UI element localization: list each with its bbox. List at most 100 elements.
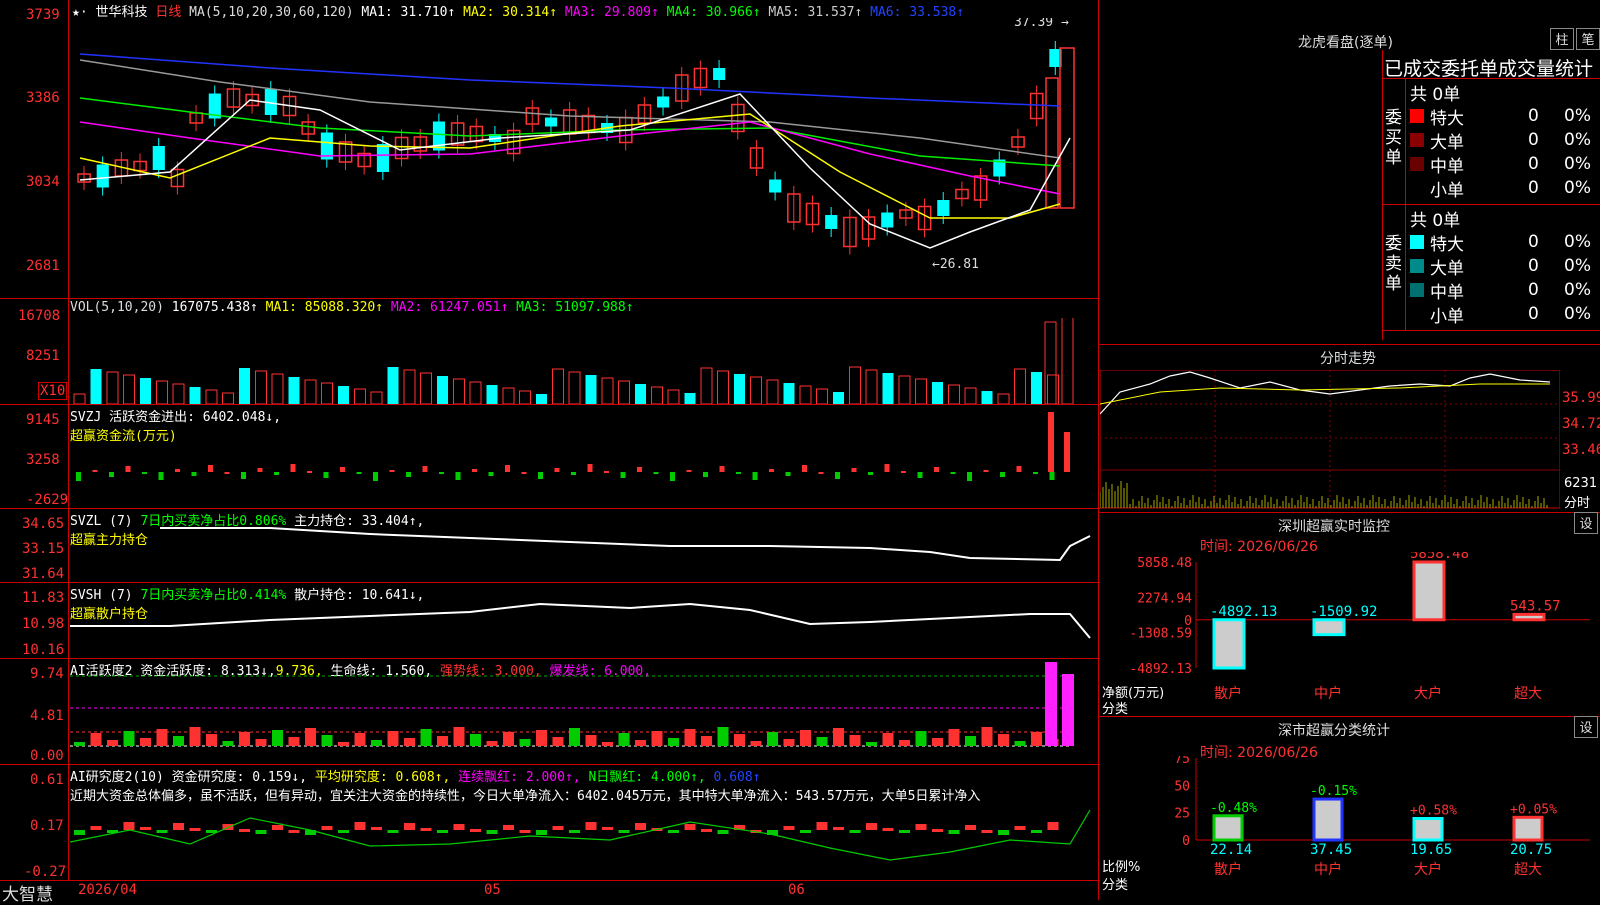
volume-bar — [486, 385, 498, 404]
classify-value-label: 37.45 — [1310, 842, 1352, 858]
monitor-tick: 5858.48 — [1137, 556, 1192, 571]
volume-bar — [635, 384, 646, 404]
right-divider — [1098, 0, 1099, 900]
candlestick-chart[interactable]: 37.39 → ←26.81 — [70, 18, 1098, 298]
svzj-bar — [967, 472, 972, 481]
monitor-settings-button[interactable]: 设 — [1574, 512, 1598, 534]
svzj-bar — [257, 468, 263, 472]
ai-active-bar — [503, 732, 514, 746]
ai-active-bar — [74, 742, 85, 746]
x-label: 05 — [484, 882, 501, 898]
ai-active-tick: 4.81 — [30, 708, 64, 724]
volume-bar — [799, 385, 812, 404]
ai-research-bar — [948, 830, 960, 834]
ai-research-bar — [536, 830, 547, 835]
pane-sep — [0, 582, 1100, 583]
volume-bar — [437, 376, 448, 404]
volume-bar — [255, 370, 267, 404]
ai-active-bar — [140, 738, 151, 746]
ai-active-bar — [206, 734, 217, 746]
svzj-bar — [901, 471, 906, 473]
ai-active-bar — [305, 728, 316, 746]
svsh-chart[interactable] — [70, 584, 1098, 658]
left-chart-area[interactable]: ★· 世华科技 日线 MA(5,10,20,30,60,120) MA1: 31… — [0, 0, 1100, 905]
monitor-value-label: 543.57 — [1510, 598, 1561, 614]
volume-bar — [354, 388, 366, 404]
volume-bar — [239, 368, 250, 404]
volume-bar — [370, 391, 383, 404]
order-count: 0 — [1528, 178, 1539, 198]
ai-research-bar — [849, 830, 861, 833]
svzj-bar — [686, 470, 692, 472]
order-name: 大单 — [1430, 132, 1464, 153]
svzj-bar — [274, 472, 279, 475]
ai-active-bar — [866, 742, 877, 746]
monitor-bar — [1512, 612, 1546, 622]
vol-tick: 16708 — [18, 308, 61, 324]
order-name: 特大 — [1430, 108, 1464, 129]
ai-active-bar — [684, 729, 696, 746]
ai-research-chart[interactable] — [70, 800, 1098, 880]
price-tick: 2681 — [26, 258, 60, 274]
ai-active-bar — [552, 737, 564, 746]
svzj-bar — [307, 471, 312, 473]
intraday-tick: 34.72 — [1562, 416, 1600, 432]
classify-category: 超大 — [1514, 862, 1542, 878]
volume-bar — [618, 380, 630, 404]
ai-research-bar — [552, 826, 564, 830]
svzj-bar — [571, 472, 576, 475]
order-pct: 0% — [1564, 304, 1591, 324]
ai-research-bar — [816, 822, 828, 830]
classify-settings-button[interactable]: 设 — [1574, 716, 1598, 738]
ai-active-bar — [998, 734, 1009, 746]
svzl-tick: 34.65 — [22, 516, 65, 532]
order-pct: 0% — [1564, 130, 1591, 150]
ai-active-bar — [602, 742, 613, 746]
volume-bar — [222, 392, 234, 404]
svzj-bar — [1049, 472, 1055, 480]
ai-active-bar — [437, 736, 448, 746]
ai-research-bar — [1014, 826, 1026, 830]
classify-chart[interactable]: 75 50 25 0 -0.48% 22.14 散户 -0.15% 37.45 中户 +0.58% 1… — [1100, 756, 1600, 900]
svzj-bar — [637, 467, 642, 472]
volume-bar — [288, 377, 300, 404]
ai-active-bar — [701, 736, 712, 746]
svsh-tick: 10.98 — [22, 616, 65, 632]
order-pct: 0% — [1564, 154, 1591, 174]
pane-sep — [0, 298, 1100, 299]
ai-research-bar — [1031, 830, 1042, 833]
monitor-bar — [1312, 618, 1346, 637]
price-tick: 3739 — [26, 7, 60, 23]
vol-ma3: MA3: 51097.988↑ — [516, 300, 634, 315]
volume-bar — [783, 383, 795, 404]
volume-bar — [667, 389, 680, 404]
ai-active-bar — [734, 734, 745, 746]
order-swatch — [1410, 109, 1424, 123]
bar-mode-button[interactable]: 柱 — [1550, 28, 1574, 50]
intraday-title: 分时走势 — [1320, 351, 1376, 367]
tick-mode-button[interactable]: 笔 — [1576, 28, 1600, 50]
svzj-bar — [703, 472, 708, 477]
ai-active-chart[interactable] — [70, 660, 1098, 764]
svzl-chart[interactable] — [70, 510, 1098, 582]
classify-bar — [1412, 817, 1444, 842]
ai-research-bar — [123, 822, 135, 830]
intraday-chart[interactable] — [1100, 370, 1560, 510]
right-panel: 龙虎看盘(逐单) 柱 笔 已成交委托单成交量统计 委买单 共 0单 特大 0 0% 大… — [1100, 0, 1600, 900]
ai-research-bar — [899, 830, 910, 833]
volume-bar — [387, 367, 399, 404]
svzj-chart[interactable] — [70, 406, 1098, 508]
volume-bar — [601, 377, 614, 404]
svsh-tick: 11.83 — [22, 590, 65, 606]
svzj-bar — [719, 466, 725, 472]
ai-active-bar — [338, 742, 349, 746]
ai-research-bar — [338, 830, 349, 833]
monitor-chart[interactable]: 5858.482274.940-1308.59-4892.13-4892.13散… — [1100, 552, 1600, 712]
ai-active-bar — [222, 741, 234, 746]
classify-tick: 0 — [1182, 834, 1190, 849]
svzj-bar — [620, 472, 626, 478]
high-price-label: 37.39 → — [1014, 18, 1069, 30]
volume-bar — [1047, 374, 1059, 404]
volume-chart[interactable] — [70, 318, 1098, 404]
volume-bar — [536, 394, 547, 404]
